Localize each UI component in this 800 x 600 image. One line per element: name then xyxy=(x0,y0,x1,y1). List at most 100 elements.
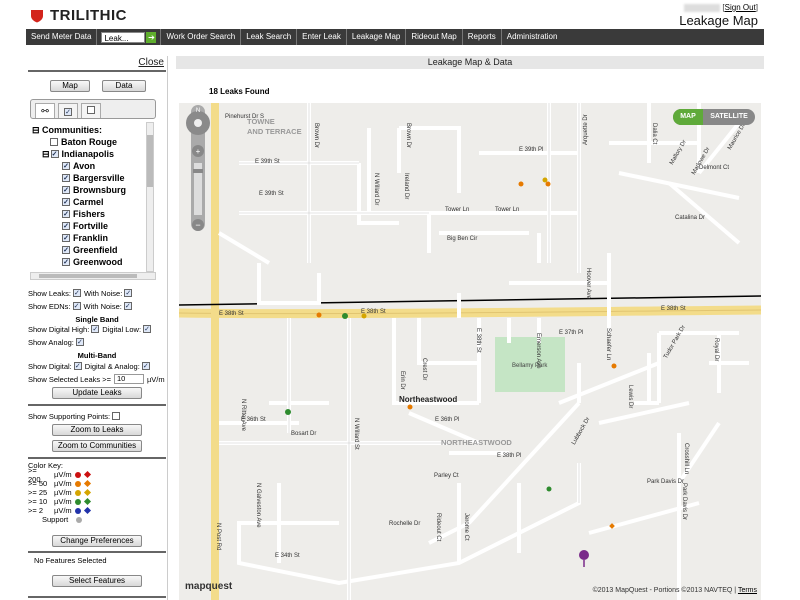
zoom-control[interactable]: + − N xyxy=(186,105,210,231)
leak-marker[interactable] xyxy=(316,312,322,318)
tree-item-carmel[interactable]: ✓ Carmel xyxy=(62,196,104,208)
street-label-vertical: N Galveston Ave xyxy=(255,483,261,528)
leak-marker[interactable] xyxy=(407,404,413,410)
map-type-map-button[interactable]: MAP xyxy=(673,109,703,125)
street-label-vertical: Schaefer Ln xyxy=(605,328,611,361)
map-view-button[interactable]: Map xyxy=(50,80,90,92)
no-features-text: No Features Selected xyxy=(34,556,107,565)
show-leaks-checkbox[interactable]: ✓ xyxy=(72,289,81,297)
street-label-vertical: Brown Dr xyxy=(313,123,319,149)
street-label: Big Ben Cir xyxy=(447,236,478,242)
divider xyxy=(28,70,166,72)
pan-center[interactable] xyxy=(194,119,202,127)
select-features-button[interactable]: Select Features xyxy=(52,575,142,587)
selected-location-pin[interactable] xyxy=(579,550,589,560)
scroll-thumb[interactable] xyxy=(147,135,153,187)
tree-item-greenfield[interactable]: ✓ Greenfield xyxy=(62,244,118,256)
nav-leakage-map[interactable]: Leakage Map xyxy=(347,29,407,45)
tree-item-brownsburg[interactable]: ✓ Brownsburg xyxy=(62,184,126,196)
area-label: Northeastwood xyxy=(399,395,458,404)
leak-marker[interactable] xyxy=(611,363,617,369)
show-edns-checkbox[interactable]: ✓ xyxy=(72,302,81,310)
nav-enter-leak[interactable]: Enter Leak xyxy=(297,29,347,45)
selected-threshold-input[interactable]: 10 xyxy=(113,374,144,384)
street-label: Catalina Dr xyxy=(675,215,706,221)
digital-low-checkbox[interactable]: ✓ xyxy=(143,325,152,333)
show-digital-checkbox[interactable]: ✓ xyxy=(73,362,82,370)
digital-analog-checkbox[interactable]: ✓ xyxy=(141,362,150,370)
sign-out-link[interactable]: Sign Out xyxy=(725,3,756,12)
zoom-slider-thumb[interactable] xyxy=(193,169,203,173)
street-label: Parley Ct xyxy=(434,473,459,479)
tab-unchecked[interactable] xyxy=(81,103,101,118)
nav-rideout-map[interactable]: Rideout Map xyxy=(406,29,463,45)
edns-with-noise-checkbox[interactable]: ✓ xyxy=(123,302,132,310)
show-supporting-checkbox[interactable] xyxy=(112,412,121,420)
leak-marker[interactable] xyxy=(545,181,551,187)
tree-item-bargersville[interactable]: ✓ Bargersville xyxy=(62,172,125,184)
leak-marker[interactable] xyxy=(542,177,548,183)
tab-checked[interactable]: ✓ xyxy=(58,103,78,118)
nav-leak-search[interactable]: Leak Search xyxy=(241,29,298,45)
leak-marker[interactable] xyxy=(342,313,348,319)
map-type-satellite-button[interactable]: SATELLITE xyxy=(703,109,755,125)
street-label: E 38th St xyxy=(661,306,686,312)
leak-color-dot-icon xyxy=(75,507,81,514)
compass-north-icon: N xyxy=(196,108,200,114)
color-key-row: >= 25 µV/m xyxy=(28,488,92,497)
nav-send-meter-data[interactable]: Send Meter Data xyxy=(26,29,98,45)
street-label: Park Davis Dr xyxy=(647,479,685,485)
leak-marker[interactable] xyxy=(546,486,552,492)
update-leaks-button[interactable]: Update Leaks xyxy=(52,387,142,399)
leakage-map[interactable]: + − N TOWNE AND TERRACE NORTHEASTWOOD No… xyxy=(179,103,761,600)
tree-item-franklin[interactable]: ✓ Franklin xyxy=(62,232,108,244)
street-label: Tower Ln xyxy=(445,207,470,213)
tree-vertical-scrollbar[interactable] xyxy=(146,122,154,272)
tree-item-fortville[interactable]: ✓ Fortville xyxy=(62,220,108,232)
color-key-row: >= 50 µV/m xyxy=(28,479,92,488)
tree-item-avon[interactable]: ✓ Avon xyxy=(62,160,95,172)
nav-administration[interactable]: Administration xyxy=(502,29,563,45)
trilithic-logo: TRILITHIC xyxy=(30,7,127,24)
leak-marker[interactable] xyxy=(518,181,524,187)
digital-high-checkbox[interactable]: ✓ xyxy=(91,325,100,333)
tree-horizontal-scrollbar[interactable] xyxy=(30,272,156,280)
leak-marker[interactable] xyxy=(285,409,291,415)
scroll-thumb[interactable] xyxy=(39,274,137,278)
tree-item-indianapolis[interactable]: ⊟ ✓ Indianapolis xyxy=(42,148,114,160)
change-preferences-button[interactable]: Change Preferences xyxy=(52,535,142,547)
street-label: Pinehurst Dr S xyxy=(225,114,265,120)
map-base[interactable]: + − N xyxy=(179,103,761,600)
nav-reports[interactable]: Reports xyxy=(463,29,502,45)
map-copyright: ©2013 MapQuest - Portions ©2013 NAVTEQ |… xyxy=(592,587,757,594)
show-edns-row: Show EDNs: ✓ With Noise: ✓ xyxy=(28,301,132,311)
street-label: Delmont Ct xyxy=(699,165,730,171)
close-sidebar-link[interactable]: Close xyxy=(138,57,164,68)
street-label: E 36th Pl xyxy=(435,417,460,423)
go-arrow-icon[interactable]: ➔ xyxy=(146,31,157,43)
show-analog-checkbox[interactable]: ✓ xyxy=(75,338,84,346)
tab-tree[interactable]: ⚯ xyxy=(35,103,55,118)
key-threshold: >= 25 xyxy=(28,488,48,497)
data-view-button[interactable]: Data xyxy=(102,80,146,92)
key-unit: µV/m xyxy=(54,488,72,497)
tree-tabs: ⚯ ✓ xyxy=(30,99,156,119)
leak-select-dropdown[interactable]: Leak... xyxy=(101,31,146,43)
key-unit: µV/m xyxy=(54,479,72,488)
sidebar: Close Map Data ⚯ ✓ ⊟ Communities: Baton … xyxy=(26,56,168,600)
tree-item-greenwood[interactable]: ✓ Greenwood xyxy=(62,256,123,268)
nav-work-order-search[interactable]: Work Order Search xyxy=(161,29,242,45)
zoom-to-communities-button[interactable]: Zoom to Communities xyxy=(52,440,142,452)
street-label-vertical: Crest Dr xyxy=(421,358,427,381)
leaks-with-noise-checkbox[interactable]: ✓ xyxy=(124,289,133,297)
street-label: E 38th Pl xyxy=(497,453,522,459)
color-key-row: >= 2 µV/m xyxy=(28,506,92,515)
tree-item-baton-rouge[interactable]: Baton Rouge xyxy=(50,136,117,148)
zoom-to-leaks-button[interactable]: Zoom to Leaks xyxy=(52,424,142,436)
terms-link[interactable]: Terms xyxy=(738,587,757,594)
multi-band-heading: Multi-Band xyxy=(77,350,117,360)
street-label-vertical: N Willard St xyxy=(353,418,359,450)
tree-item-fishers[interactable]: ✓ Fishers xyxy=(62,208,105,220)
leak-color-dot-icon xyxy=(75,489,81,496)
leak-color-dot-icon xyxy=(75,480,81,487)
